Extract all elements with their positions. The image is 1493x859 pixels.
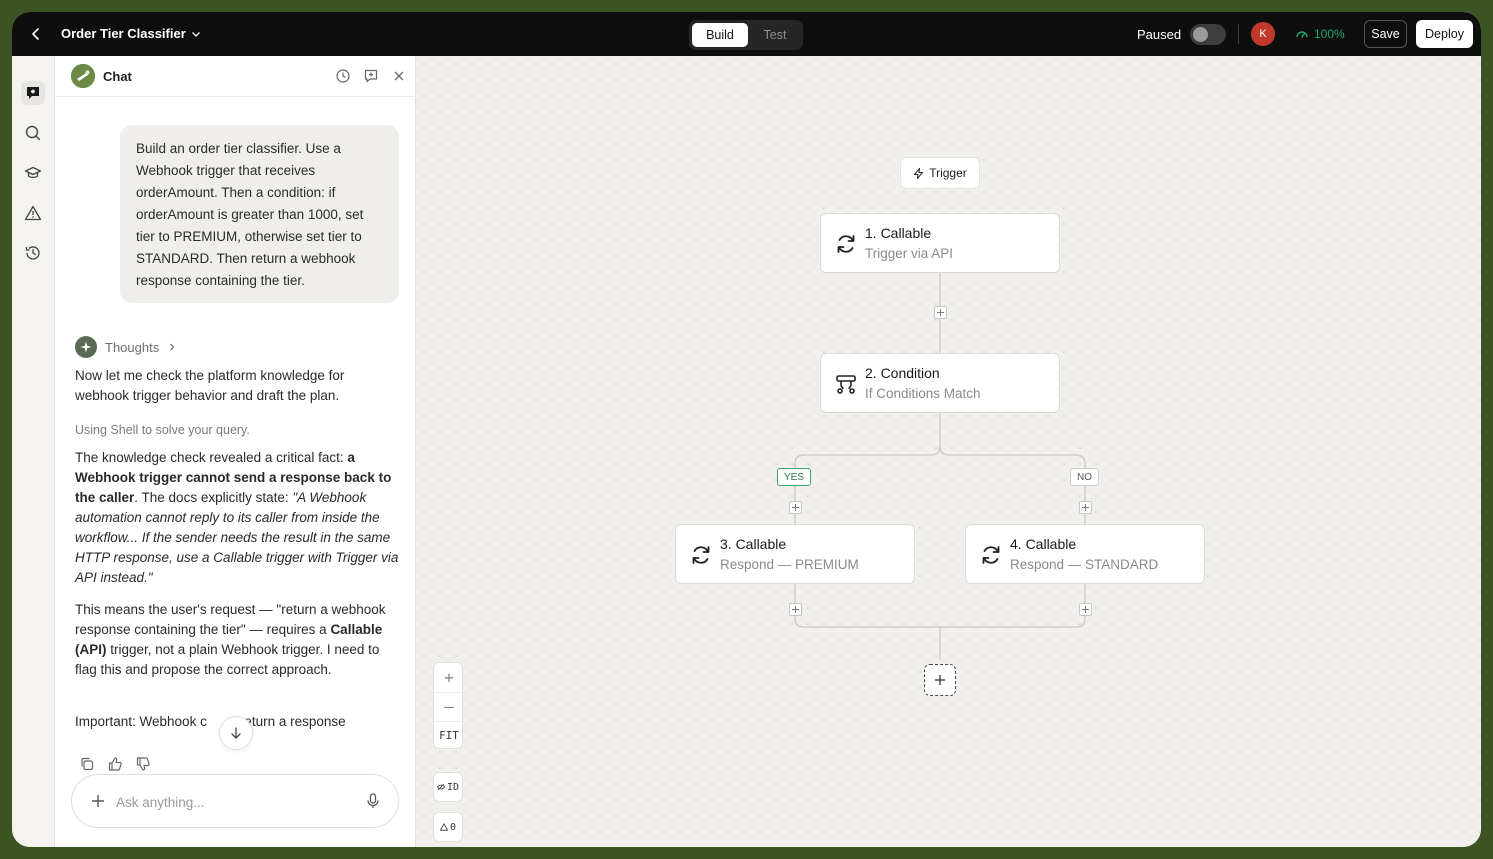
plus-icon xyxy=(935,675,945,685)
clock-icon[interactable] xyxy=(335,68,351,84)
chevron-right-icon xyxy=(170,343,175,351)
search-icon[interactable] xyxy=(21,121,45,145)
add-step-button[interactable] xyxy=(1079,603,1092,616)
node-title: 4. Callable xyxy=(1010,536,1077,552)
thumbs-up-icon[interactable] xyxy=(107,756,123,772)
add-final-step-button[interactable] xyxy=(924,664,956,696)
thoughts-toggle[interactable]: Thoughts xyxy=(75,336,177,358)
zoom-in-button[interactable]: + xyxy=(434,663,464,692)
assistant-paragraph-1: Now let me check the platform knowledge … xyxy=(75,368,345,403)
zoom-controls: + – FIT xyxy=(433,662,464,750)
message-actions xyxy=(79,756,151,772)
assistant-paragraph-3: This means the user's request — "return … xyxy=(75,600,399,680)
deploy-button[interactable]: Deploy xyxy=(1416,20,1473,48)
node-subtitle: If Conditions Match xyxy=(865,386,981,401)
refresh-icon xyxy=(982,546,1000,564)
chat-composer xyxy=(71,774,399,828)
lightning-icon xyxy=(913,167,924,179)
app-window: Order Tier Classifier Build Test Paused … xyxy=(12,12,1481,847)
close-icon[interactable] xyxy=(391,68,407,84)
chevron-down-icon xyxy=(191,31,200,37)
warning-icon xyxy=(439,823,448,831)
graduation-cap-icon[interactable] xyxy=(21,161,45,185)
id-label: ID xyxy=(446,781,460,793)
assistant-paragraph-2: The knowledge check revealed a critical … xyxy=(75,448,399,588)
arrow-down-icon xyxy=(231,727,241,739)
assistant-logo xyxy=(71,64,95,88)
microphone-icon[interactable] xyxy=(364,792,382,810)
refresh-icon xyxy=(837,235,855,253)
node-subtitle: Trigger via API xyxy=(865,246,954,261)
workflow-canvas[interactable]: Trigger 1. Callable Trigger via API 2. C… xyxy=(416,56,1481,847)
plus-icon[interactable] xyxy=(90,793,106,809)
gauge-icon xyxy=(1296,31,1308,38)
add-step-button[interactable] xyxy=(789,603,802,616)
chat-header: Chat xyxy=(55,56,416,97)
node-4[interactable]: 4. Callable Respond — STANDARD xyxy=(965,524,1205,584)
paused-label: Paused xyxy=(1137,27,1182,42)
user-message: Build an order tier classifier. Use a We… xyxy=(120,125,399,303)
edge-4-end xyxy=(940,584,1086,628)
edge-yes xyxy=(794,412,941,524)
workflow-title: Order Tier Classifier xyxy=(61,26,186,41)
chat-input[interactable] xyxy=(116,791,356,813)
text-span: . The docs explicitly state: xyxy=(134,490,293,505)
node-title: 1. Callable xyxy=(865,225,932,241)
left-rail xyxy=(12,56,55,847)
edge-3-end xyxy=(794,584,941,660)
node-1[interactable]: 1. Callable Trigger via API xyxy=(820,213,1060,273)
back-icon[interactable] xyxy=(26,24,46,44)
add-step-button[interactable] xyxy=(934,306,947,319)
scroll-down-button[interactable] xyxy=(219,716,253,750)
divider xyxy=(1238,24,1239,44)
warning-icon[interactable] xyxy=(21,201,45,225)
node-subtitle: Respond — STANDARD xyxy=(1010,557,1159,572)
new-chat-icon[interactable] xyxy=(363,68,379,84)
node-3[interactable]: 3. Callable Respond — PREMIUM xyxy=(675,524,915,584)
mode-toggle: Build Test xyxy=(689,20,803,50)
chat-title: Chat xyxy=(103,69,132,84)
add-step-button[interactable] xyxy=(789,501,802,514)
text-span: The knowledge check revealed a critical … xyxy=(75,450,348,465)
health-value: 100% xyxy=(1314,27,1345,41)
branch-yes-label: YES xyxy=(777,468,812,486)
history-icon[interactable] xyxy=(21,241,45,265)
zoom-out-button[interactable]: – xyxy=(434,692,464,721)
thumbs-down-icon[interactable] xyxy=(135,756,151,772)
avatar[interactable]: K xyxy=(1251,22,1275,46)
health-indicator: 100% xyxy=(1295,27,1345,41)
fit-button[interactable]: FIT xyxy=(434,721,464,750)
copy-icon[interactable] xyxy=(79,756,95,772)
branch-icon xyxy=(836,375,856,394)
tool-status: Using Shell to solve your query. xyxy=(75,423,250,437)
toggle-ids-button[interactable]: ID xyxy=(433,772,463,802)
top-bar: Order Tier Classifier Build Test Paused … xyxy=(12,12,1481,56)
text-span: trigger, not a plain Webhook trigger. I … xyxy=(75,642,380,677)
warnings-button[interactable]: 0 xyxy=(433,812,463,842)
tab-test[interactable]: Test xyxy=(750,23,800,47)
pause-toggle[interactable] xyxy=(1190,24,1226,45)
warnings-count: 0 xyxy=(449,821,457,833)
trigger-label: Trigger xyxy=(929,166,967,180)
trigger-pill[interactable]: Trigger xyxy=(900,157,980,189)
eye-off-icon xyxy=(437,783,445,791)
workflow-title-dropdown[interactable]: Order Tier Classifier xyxy=(61,26,202,41)
node-title: 2. Condition xyxy=(865,365,940,381)
refresh-icon xyxy=(692,546,710,564)
chat-icon[interactable] xyxy=(21,81,45,105)
node-subtitle: Respond — PREMIUM xyxy=(720,557,859,572)
edge-no xyxy=(939,445,1086,524)
sparkle-icon xyxy=(75,336,97,358)
tab-build[interactable]: Build xyxy=(692,23,748,47)
branch-no-label: NO xyxy=(1070,468,1099,486)
chat-panel: Chat Build an order tier classifier. Use… xyxy=(55,56,416,847)
save-button[interactable]: Save xyxy=(1364,20,1407,48)
toggle-knob xyxy=(1193,27,1208,42)
add-step-button[interactable] xyxy=(1079,501,1092,514)
thoughts-label: Thoughts xyxy=(105,339,160,355)
node-title: 3. Callable xyxy=(720,536,787,552)
node-2[interactable]: 2. Condition If Conditions Match xyxy=(820,353,1060,413)
